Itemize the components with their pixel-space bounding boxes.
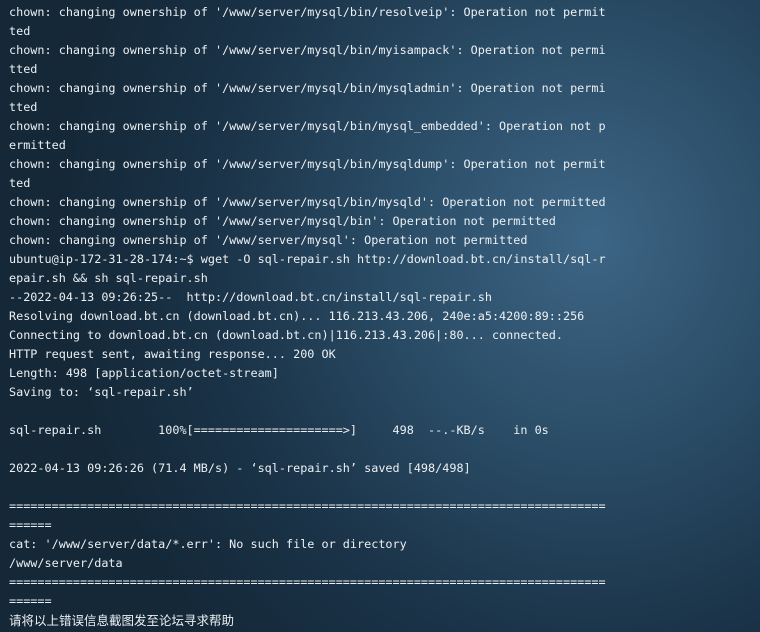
separator-line: ========================================…	[9, 575, 606, 589]
terminal-line: --2022-04-13 09:26:25-- http://download.…	[9, 290, 492, 304]
terminal-line: Connecting to download.bt.cn (download.b…	[9, 328, 563, 342]
terminal-line: chown: changing ownership of '/www/serve…	[9, 214, 556, 228]
terminal-line: chown: changing ownership of '/www/serve…	[9, 119, 606, 133]
terminal-line: /www/server/data	[9, 556, 123, 570]
separator-line: ========================================…	[9, 499, 606, 513]
terminal-line: ermitted	[9, 138, 66, 152]
terminal-line: tted	[9, 100, 38, 114]
terminal-line: ted	[9, 24, 31, 38]
terminal-output[interactable]: chown: changing ownership of '/www/serve…	[9, 3, 609, 629]
terminal-line: Length: 498 [application/octet-stream]	[9, 366, 279, 380]
terminal-line: 2022-04-13 09:26:26 (71.4 MB/s) - ‘sql-r…	[9, 461, 471, 475]
terminal-command-line: ubuntu@ip-172-31-28-174:~$ wget -O sql-r…	[9, 252, 606, 266]
terminal-line: tted	[9, 62, 38, 76]
terminal-line: chown: changing ownership of '/www/serve…	[9, 157, 606, 171]
terminal-command-line: epair.sh && sh sql-repair.sh	[9, 271, 208, 285]
terminal-line: chown: changing ownership of '/www/serve…	[9, 195, 606, 209]
terminal-line: Saving to: ‘sql-repair.sh’	[9, 385, 194, 399]
terminal-line: chown: changing ownership of '/www/serve…	[9, 81, 606, 95]
separator-line: ======	[9, 518, 52, 532]
terminal-line: chown: changing ownership of '/www/serve…	[9, 43, 606, 57]
download-progress-line: sql-repair.sh 100%[=====================…	[9, 423, 549, 437]
terminal-line: Resolving download.bt.cn (download.bt.cn…	[9, 309, 585, 323]
help-message-line: 请将以上错误信息截图发至论坛寻求帮助	[9, 613, 235, 628]
terminal-line: chown: changing ownership of '/www/serve…	[9, 233, 528, 247]
separator-line: ======	[9, 594, 52, 608]
terminal-line: cat: '/www/server/data/*.err': No such f…	[9, 537, 407, 551]
terminal-line: chown: changing ownership of '/www/serve…	[9, 5, 606, 19]
terminal-line: ted	[9, 176, 31, 190]
terminal-line: HTTP request sent, awaiting response... …	[9, 347, 336, 361]
